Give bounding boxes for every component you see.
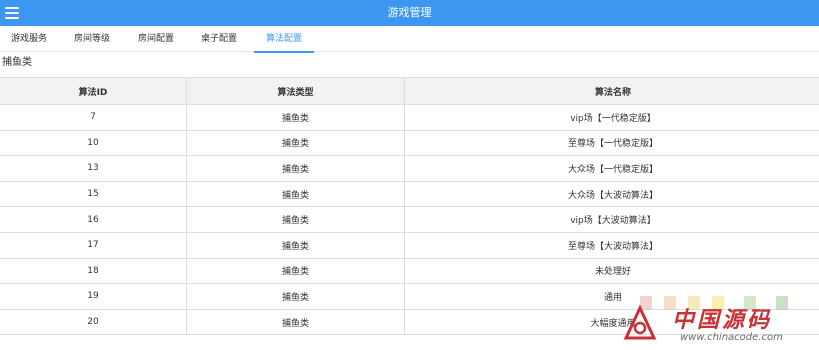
page-title: 游戏管理 <box>387 6 432 19</box>
cell-algorithm-id: 19 <box>0 283 187 310</box>
cell-algorithm-name: 大众场【一代稳定版】 <box>404 155 819 182</box>
tab-room-level[interactable]: 房间等级 <box>73 27 111 51</box>
tab-algorithm-config[interactable]: 算法配置 <box>254 27 314 53</box>
tab-bar: 游戏服务 房间等级 房间配置 桌子配置 算法配置 <box>0 27 819 53</box>
table-row[interactable]: 10 捕鱼类 至尊场【一代稳定版】 <box>0 130 819 157</box>
table-row[interactable]: 7 捕鱼类 vip场【一代稳定版】 <box>0 104 819 131</box>
table-row[interactable]: 20 捕鱼类 大幅度通用 <box>0 309 819 336</box>
cell-algorithm-type: 捕鱼类 <box>186 206 405 233</box>
cell-algorithm-name: 通用 <box>404 283 819 310</box>
cell-algorithm-name: vip场【大波动算法】 <box>404 206 819 233</box>
cell-algorithm-name: 至尊场【一代稳定版】 <box>404 130 819 157</box>
cell-algorithm-id: 13 <box>0 155 187 182</box>
column-header-algorithm-type[interactable]: 算法类型 <box>186 77 405 105</box>
table-row[interactable]: 16 捕鱼类 vip场【大波动算法】 <box>0 206 819 233</box>
cell-algorithm-type: 捕鱼类 <box>186 181 405 208</box>
cell-algorithm-type: 捕鱼类 <box>186 283 405 310</box>
tab-game-service[interactable]: 游戏服务 <box>10 27 48 51</box>
table-row[interactable]: 18 捕鱼类 未处理好 <box>0 258 819 285</box>
table-row[interactable]: 19 捕鱼类 通用 <box>0 283 819 310</box>
cell-algorithm-name: 大众场【大波动算法】 <box>404 181 819 208</box>
tab-table-config[interactable]: 桌子配置 <box>200 27 238 51</box>
cell-algorithm-type: 捕鱼类 <box>186 155 405 182</box>
table-row[interactable]: 13 捕鱼类 大众场【一代稳定版】 <box>0 155 819 182</box>
table-row[interactable]: 17 捕鱼类 至尊场【大波动算法】 <box>0 232 819 259</box>
cell-algorithm-id: 16 <box>0 206 187 233</box>
cell-algorithm-type: 捕鱼类 <box>186 104 405 131</box>
table-row[interactable]: 15 捕鱼类 大众场【大波动算法】 <box>0 181 819 208</box>
cell-algorithm-name: 大幅度通用 <box>404 309 819 336</box>
cell-algorithm-type: 捕鱼类 <box>186 232 405 259</box>
app-header: 游戏管理 <box>0 0 819 26</box>
cell-algorithm-name: vip场【一代稳定版】 <box>404 104 819 131</box>
cell-algorithm-type: 捕鱼类 <box>186 309 405 336</box>
cell-algorithm-name: 未处理好 <box>404 258 819 285</box>
algorithm-table: 算法ID 算法类型 算法名称 7 捕鱼类 vip场【一代稳定版】 10 捕鱼类 … <box>0 77 819 336</box>
column-header-algorithm-name[interactable]: 算法名称 <box>404 77 819 105</box>
cell-algorithm-type: 捕鱼类 <box>186 258 405 285</box>
cell-algorithm-type: 捕鱼类 <box>186 130 405 157</box>
cell-algorithm-id: 15 <box>0 181 187 208</box>
cell-algorithm-id: 7 <box>0 104 187 131</box>
cell-algorithm-id: 10 <box>0 130 187 157</box>
category-label: 捕鱼类 <box>2 57 32 68</box>
table-header-row: 算法ID 算法类型 算法名称 <box>0 77 819 105</box>
column-header-algorithm-id[interactable]: 算法ID <box>0 77 187 105</box>
cell-algorithm-id: 18 <box>0 258 187 285</box>
cell-algorithm-id: 17 <box>0 232 187 259</box>
tab-room-config[interactable]: 房间配置 <box>137 27 175 51</box>
cell-algorithm-name: 至尊场【大波动算法】 <box>404 232 819 259</box>
cell-algorithm-id: 20 <box>0 309 187 336</box>
